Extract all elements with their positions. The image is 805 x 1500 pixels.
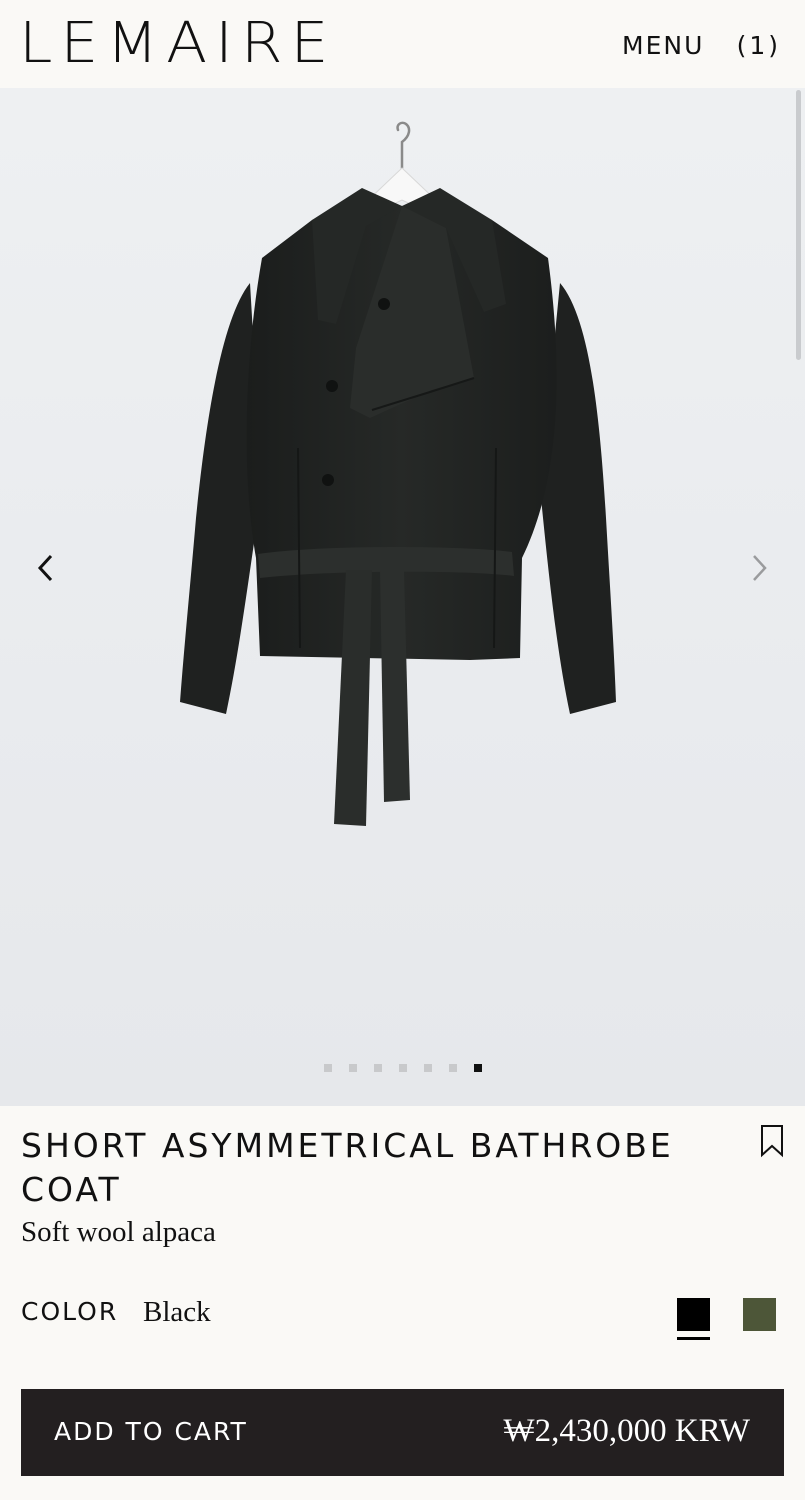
slide-dot[interactable] [349, 1064, 357, 1072]
bookmark-button[interactable] [759, 1124, 785, 1158]
slide-dot[interactable] [424, 1064, 432, 1072]
product-page: LEMAIRE MENU (1) SHORT ASYMMETRICAL BATH… [0, 0, 805, 1500]
brand-logo[interactable]: LEMAIRE [19, 12, 336, 75]
product-price: ₩2,430,000 KRW [503, 1413, 750, 1449]
color-value: Black [143, 1296, 211, 1328]
product-material: Soft wool alpaca [21, 1216, 216, 1248]
next-image-button[interactable] [739, 550, 779, 590]
site-header: LEMAIRE MENU (1) [0, 0, 805, 88]
cart-count-button[interactable]: (1) [737, 30, 781, 62]
add-to-cart-label: ADD TO CART [54, 1417, 248, 1446]
slide-dot[interactable] [324, 1064, 332, 1072]
chevron-left-icon [35, 553, 57, 588]
selected-swatch-indicator [677, 1337, 710, 1340]
product-image [180, 121, 616, 826]
menu-button[interactable]: MENU [622, 30, 704, 62]
slide-dot[interactable] [399, 1064, 407, 1072]
slide-dot[interactable] [374, 1064, 382, 1072]
slide-indicators [324, 1064, 482, 1072]
add-to-cart-button[interactable]: ADD TO CART ₩2,430,000 KRW [21, 1389, 784, 1476]
product-gallery[interactable] [0, 88, 805, 1106]
image-scrollbar[interactable] [796, 90, 801, 360]
product-title: SHORT ASYMMETRICAL BATHROBE COAT [21, 1126, 674, 1209]
slide-dot[interactable] [449, 1064, 457, 1072]
previous-image-button[interactable] [26, 550, 66, 590]
chevron-right-icon [748, 553, 770, 588]
slide-dot-active[interactable] [474, 1064, 482, 1072]
color-swatch-black[interactable] [677, 1298, 710, 1331]
bookmark-icon [759, 1125, 785, 1162]
color-label: COLOR [21, 1297, 119, 1326]
color-swatch-olive[interactable] [743, 1298, 776, 1331]
